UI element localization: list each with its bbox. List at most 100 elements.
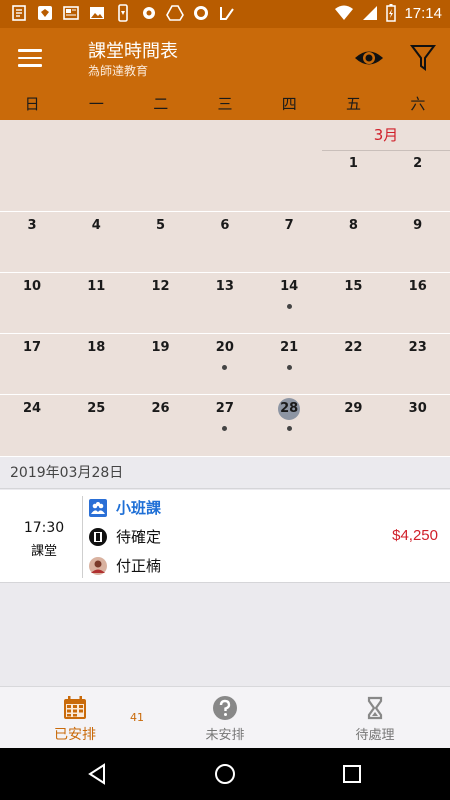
calendar-day-number: 11 xyxy=(87,279,106,294)
calendar-day[interactable]: 19 xyxy=(129,337,193,359)
selected-date-header: 2019年03月28日 xyxy=(0,457,450,489)
calendar-day[interactable]: 8 xyxy=(321,215,385,237)
calendar-day[interactable]: 7 xyxy=(257,215,321,237)
calendar-day-number: 13 xyxy=(215,279,234,294)
event-indicator-dot xyxy=(222,365,228,370)
event-status-row: 待確定 xyxy=(88,526,161,547)
calendar-day-number: 21 xyxy=(280,340,299,355)
nav-pending[interactable]: 待處理 xyxy=(300,687,450,749)
news-icon xyxy=(62,4,80,22)
event-type: 課堂 xyxy=(30,544,57,559)
calendar-day-number: 19 xyxy=(151,340,170,355)
calendar-day[interactable]: 4 xyxy=(64,215,128,237)
calendar-day-number: 26 xyxy=(151,401,170,416)
event-indicator-dot xyxy=(222,426,228,431)
check-icon xyxy=(218,4,236,22)
home-icon[interactable] xyxy=(213,762,237,786)
app-bar: 課堂時間表 為師達教育 xyxy=(0,28,450,88)
calendar-day[interactable]: 2 xyxy=(386,153,450,175)
drive-icon xyxy=(166,4,184,22)
notification-icons xyxy=(10,4,236,22)
calendar-day-number: 20 xyxy=(215,340,234,355)
calendar-day-number: 14 xyxy=(280,279,299,294)
weekday-label: 四 xyxy=(281,95,297,113)
calendar-day[interactable]: 17 xyxy=(0,337,64,359)
calendar-day[interactable]: 22 xyxy=(321,337,385,359)
system-status: 17:14 xyxy=(334,4,442,22)
calendar-day-number: 7 xyxy=(284,218,294,233)
weekday-label: 二 xyxy=(153,95,169,113)
calendar-day[interactable]: 12 xyxy=(129,276,193,298)
weekday-label: 三 xyxy=(217,95,233,113)
calendar-day-number: 28 xyxy=(278,398,301,420)
menu-icon xyxy=(18,49,42,52)
calendar-day[interactable]: 24 xyxy=(0,398,64,420)
calendar-day-number: 3 xyxy=(27,218,37,233)
calendar-day[interactable]: 1 xyxy=(321,153,385,175)
event-time: 17:30 xyxy=(23,520,65,536)
calendar-day[interactable]: 18 xyxy=(64,337,128,359)
calendar-day[interactable]: 9 xyxy=(386,215,450,237)
calendar-day-number: 29 xyxy=(344,401,363,416)
calendar-day[interactable]: 20 xyxy=(193,337,257,370)
weekday-label: 五 xyxy=(346,95,362,113)
calendar-day-number: 9 xyxy=(413,218,423,233)
event-class-row: 小班課 xyxy=(88,497,161,518)
calendar-day-number: 24 xyxy=(22,401,42,416)
weekday-label: 日 xyxy=(24,95,40,113)
calendar-icon xyxy=(64,696,86,719)
calendar-day[interactable]: 21 xyxy=(257,337,321,370)
calendar-day[interactable]: 6 xyxy=(193,215,257,237)
calendar-day[interactable]: 3 xyxy=(0,215,64,237)
calendar-day[interactable]: 16 xyxy=(386,276,450,298)
menu-button[interactable] xyxy=(14,42,46,74)
back-icon[interactable] xyxy=(86,762,110,786)
event-card[interactable]: 17:30 課堂 小班課 待確定 $4,250 付正楠 xyxy=(0,490,450,583)
calendar-day[interactable]: 30 xyxy=(386,398,450,420)
calendar-day[interactable]: 29 xyxy=(321,398,385,420)
nav-pending-label: 待處理 xyxy=(355,728,395,743)
calendar-day-number: 5 xyxy=(156,218,166,233)
weekday-header: 日一二三四五六 xyxy=(0,88,450,120)
calendar-day[interactable]: 11 xyxy=(64,276,128,298)
event-price: $4,250 xyxy=(392,527,438,544)
calendar-day-today[interactable]: 28 xyxy=(257,398,321,431)
event-indicator-dot xyxy=(286,304,292,309)
calendar-day-number: 12 xyxy=(151,279,170,294)
event-indicator-dot xyxy=(286,426,292,431)
calendar-day[interactable]: 23 xyxy=(386,337,450,359)
group-icon xyxy=(88,498,108,518)
calendar-day[interactable]: 25 xyxy=(64,398,128,420)
event-status: 待確定 xyxy=(116,528,162,546)
calendar-day-number: 8 xyxy=(348,218,358,233)
event-indicator-dot xyxy=(286,365,292,370)
hourglass-icon xyxy=(367,696,383,720)
nav-unscheduled-label: 未安排 xyxy=(205,728,245,743)
shield-icon xyxy=(36,4,54,22)
recents-icon[interactable] xyxy=(340,762,364,786)
clock: 17:14 xyxy=(404,4,442,22)
calendar-day[interactable]: 10 xyxy=(0,276,64,298)
calendar-day[interactable]: 5 xyxy=(129,215,193,237)
calendar-day-number: 4 xyxy=(91,218,101,233)
calendar-day[interactable]: 13 xyxy=(193,276,257,298)
calendar-day[interactable]: 15 xyxy=(321,276,385,298)
battery-charging-icon xyxy=(386,4,397,22)
nav-scheduled[interactable]: 已安排 41 xyxy=(0,687,150,749)
event-teacher-row: 付正楠 xyxy=(88,555,161,576)
calendar-day[interactable]: 27 xyxy=(193,398,257,431)
filter-icon[interactable] xyxy=(408,40,438,74)
nav-unscheduled[interactable]: 未安排 xyxy=(150,687,300,749)
event-class-name: 小班課 xyxy=(116,499,162,517)
event-divider xyxy=(82,496,83,578)
wifi-icon xyxy=(335,5,354,20)
image-icon xyxy=(88,4,106,22)
eye-icon[interactable] xyxy=(352,42,386,74)
calendar-day-number: 15 xyxy=(344,279,363,294)
record-icon xyxy=(192,4,210,22)
event-teacher: 付正楠 xyxy=(116,557,162,575)
calendar-day[interactable]: 26 xyxy=(129,398,193,420)
calendar-day[interactable]: 14 xyxy=(257,276,321,309)
status-bar: 17:14 xyxy=(0,0,450,28)
calendar-day-number: 27 xyxy=(215,401,234,416)
